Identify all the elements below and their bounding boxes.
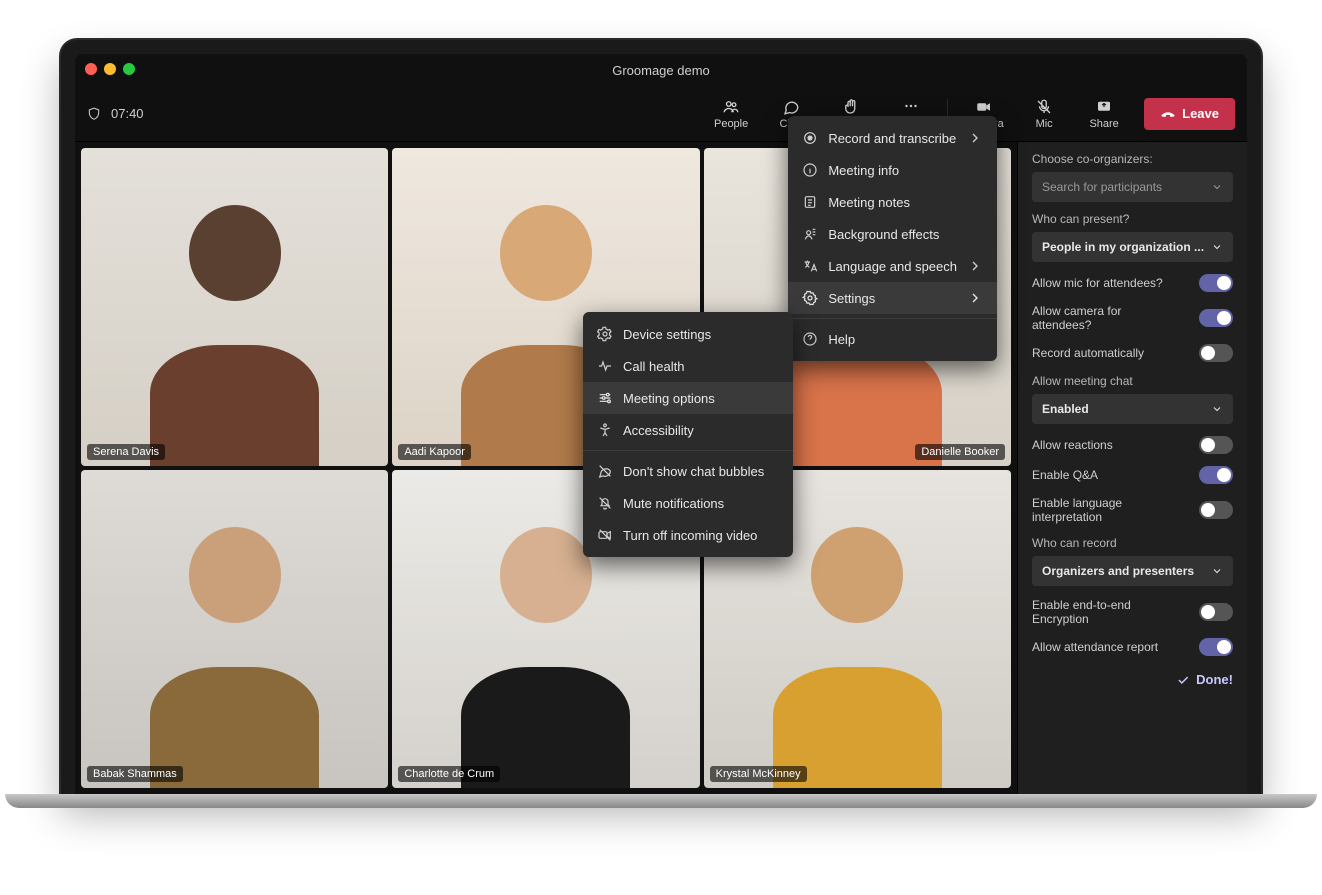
settings-submenu: Device settings Call health Meeting opti… [583,312,793,557]
menu-item-settings[interactable]: Settings [788,282,997,314]
minimize-window-icon[interactable] [104,63,116,75]
attendance-report-toggle[interactable] [1199,638,1233,656]
participant-name: Aadi Kapoor [398,444,471,460]
allow-chat-dropdown[interactable]: Enabled [1032,394,1233,424]
menu-item-record[interactable]: Record and transcribe [788,122,997,154]
participant-name: Babak Shammas [87,766,183,782]
help-icon [802,331,818,347]
shield-icon [87,106,101,122]
choose-coorganizers-label: Choose co-organizers: [1032,152,1233,166]
menu-item-mute-notifications[interactable]: Mute notifications [583,487,793,519]
allow-camera-row: Allow camera for attendees? [1032,304,1233,332]
bell-off-icon [597,495,613,511]
notes-icon [802,194,818,210]
meeting-options-panel: Choose co-organizers: Search for partici… [1017,142,1247,794]
hangup-icon [1160,106,1176,122]
gear-icon [802,290,818,306]
chevron-right-icon [967,258,983,274]
camera-icon [975,98,993,116]
titlebar: Groomage demo [75,54,1247,86]
people-button[interactable]: People [703,92,759,136]
pulse-icon [597,358,613,374]
video-off-icon [597,527,613,543]
enable-qa-row: Enable Q&A [1032,466,1233,484]
menu-item-meeting-info[interactable]: Meeting info [788,154,997,186]
menu-item-help[interactable]: Help [788,323,997,355]
e2e-encryption-row: Enable end-to-end Encryption [1032,598,1233,626]
who-can-present-dropdown[interactable]: People in my organization ... [1032,232,1233,262]
chevron-right-icon [967,130,983,146]
info-icon [802,162,818,178]
video-tile[interactable]: Serena Davis [81,148,388,466]
hand-icon [842,98,860,116]
laptop-frame: Groomage demo 07:40 People Chat Reaction… [61,40,1261,794]
menu-item-call-health[interactable]: Call health [583,350,793,382]
chat-off-icon [597,463,613,479]
meeting-toolbar: 07:40 People Chat Reactions More Ca [75,86,1247,142]
accessibility-icon [597,422,613,438]
search-participants-dropdown[interactable]: Search for participants [1032,172,1233,202]
background-icon [802,226,818,242]
menu-item-background-effects[interactable]: Background effects [788,218,997,250]
window-title: Groomage demo [612,63,710,78]
chevron-right-icon [967,290,983,306]
maximize-window-icon[interactable] [123,63,135,75]
menu-separator [788,318,997,319]
app-window: Groomage demo 07:40 People Chat Reaction… [75,54,1247,794]
record-automatically-row: Record automatically [1032,344,1233,362]
menu-item-meeting-options[interactable]: Meeting options [583,382,793,414]
check-icon [1176,673,1190,687]
record-automatically-toggle[interactable] [1199,344,1233,362]
allow-mic-row: Allow mic for attendees? [1032,274,1233,292]
who-can-present-label: Who can present? [1032,212,1233,226]
video-tile[interactable]: Babak Shammas [81,470,388,788]
people-icon [722,98,740,116]
chevron-down-icon [1211,403,1223,415]
enable-interpretation-toggle[interactable] [1199,501,1233,519]
toolbar-left: 07:40 [87,106,144,122]
more-icon [902,97,920,115]
chevron-down-icon [1211,565,1223,577]
language-icon [802,258,818,274]
participant-name: Serena Davis [87,444,165,460]
e2e-encryption-toggle[interactable] [1199,603,1233,621]
leave-button[interactable]: Leave [1144,98,1235,130]
menu-separator [583,450,793,451]
who-can-record-label: Who can record [1032,536,1233,550]
allow-chat-label: Allow meeting chat [1032,374,1233,388]
participant-name: Danielle Booker [915,444,1005,460]
window-controls [85,63,135,75]
menu-item-turn-off-video[interactable]: Turn off incoming video [583,519,793,551]
mic-button[interactable]: Mic [1016,92,1072,136]
participant-name: Krystal McKinney [710,766,807,782]
enable-qa-toggle[interactable] [1199,466,1233,484]
close-window-icon[interactable] [85,63,97,75]
attendance-report-row: Allow attendance report [1032,638,1233,656]
who-can-record-dropdown[interactable]: Organizers and presenters [1032,556,1233,586]
done-button[interactable]: Done! [1032,672,1233,687]
gear-icon [597,326,613,342]
allow-reactions-toggle[interactable] [1199,436,1233,454]
meeting-duration: 07:40 [111,106,144,121]
menu-item-device-settings[interactable]: Device settings [583,318,793,350]
menu-item-meeting-notes[interactable]: Meeting notes [788,186,997,218]
allow-camera-toggle[interactable] [1199,309,1233,327]
menu-item-hide-chat-bubbles[interactable]: Don't show chat bubbles [583,455,793,487]
chevron-down-icon [1211,241,1223,253]
sliders-icon [597,390,613,406]
menu-item-language[interactable]: Language and speech [788,250,997,282]
chat-icon [782,98,800,116]
menu-item-accessibility[interactable]: Accessibility [583,414,793,446]
allow-mic-toggle[interactable] [1199,274,1233,292]
enable-interpretation-row: Enable language interpretation [1032,496,1233,524]
chevron-down-icon [1211,181,1223,193]
mic-off-icon [1035,98,1053,116]
allow-reactions-row: Allow reactions [1032,436,1233,454]
participant-name: Charlotte de Crum [398,766,500,782]
share-button[interactable]: Share [1076,92,1132,136]
more-menu: Record and transcribe Meeting info Meeti… [788,116,997,361]
record-icon [802,130,818,146]
share-icon [1095,98,1113,116]
